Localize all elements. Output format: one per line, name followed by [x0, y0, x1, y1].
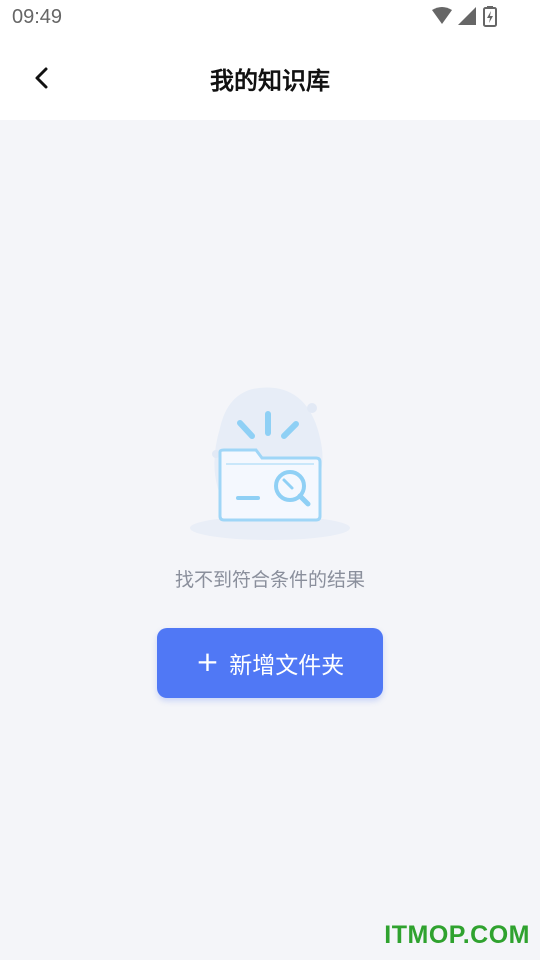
status-bar: 09:49	[0, 0, 540, 36]
battery-charging-icon	[483, 6, 497, 27]
add-folder-label: 新增文件夹	[229, 653, 345, 679]
wifi-icon	[432, 7, 452, 24]
page-title: 我的知识库	[210, 67, 330, 95]
empty-folder-search-icon	[180, 378, 360, 548]
plus-icon: +	[195, 644, 220, 678]
screen: 09:49 我的知识库 找不到符合条件的结果 + 新增文件夹 ITMOP.COM	[0, 0, 540, 960]
watermark: ITMOP.COM	[384, 921, 530, 949]
add-folder-button[interactable]: + 新增文件夹	[157, 628, 383, 698]
nav-bar: 我的知识库	[0, 36, 540, 120]
signal-icon	[458, 7, 476, 25]
status-icons	[430, 6, 500, 28]
empty-message: 找不到符合条件的结果	[174, 569, 365, 591]
status-time: 09:49	[12, 6, 63, 28]
